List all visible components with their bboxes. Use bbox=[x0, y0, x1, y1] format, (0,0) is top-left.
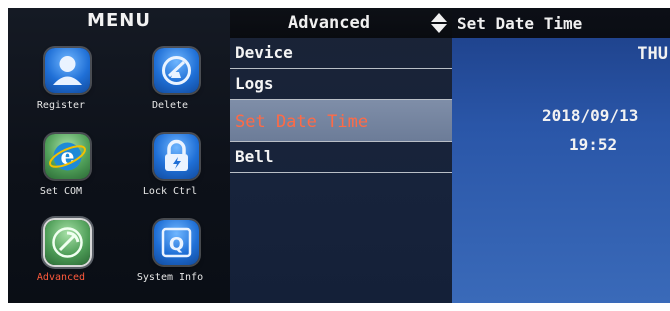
menu-item-advanced[interactable]: Advanced bbox=[14, 208, 108, 290]
menu-item-register[interactable]: Register bbox=[14, 36, 108, 118]
advanced-screen: Advanced Device Logs Set Date Time Bell bbox=[230, 8, 452, 303]
delete-icon bbox=[154, 48, 199, 93]
time-value[interactable]: 19:52 bbox=[569, 135, 617, 154]
menu-row-logs[interactable]: Logs bbox=[230, 70, 452, 100]
menu-row-bell[interactable]: Bell bbox=[230, 143, 452, 173]
menu-item-label: Set COM bbox=[39, 186, 83, 197]
menu-screen: MENU Register Delete e Set COM Lock Ctrl… bbox=[8, 8, 230, 303]
menu-item-set-com[interactable]: e Set COM bbox=[14, 122, 108, 204]
lock-icon bbox=[154, 134, 199, 179]
ie-globe-icon: e bbox=[45, 134, 90, 179]
date-value[interactable]: 2018/09/13 bbox=[542, 106, 638, 125]
q-info-icon: Q bbox=[154, 220, 199, 265]
menu-item-lock-ctrl[interactable]: Lock Ctrl bbox=[123, 122, 217, 204]
menu-row-set-date-time[interactable]: Set Date Time bbox=[230, 100, 452, 142]
advanced-header: Advanced bbox=[230, 8, 452, 38]
page-title: Set Date Time bbox=[457, 14, 583, 33]
menu-item-label: Advanced bbox=[36, 272, 86, 283]
set-date-time-header: Set Date Time bbox=[452, 8, 670, 38]
menu-item-label: Delete bbox=[151, 100, 189, 111]
menu-item-label: System Info bbox=[136, 272, 204, 283]
svg-text:Q: Q bbox=[169, 234, 184, 255]
weekday-label: THU bbox=[637, 44, 668, 64]
menu-item-system-info[interactable]: Q System Info bbox=[123, 208, 217, 290]
set-date-time-screen: Set Date Time THU 2018/09/13 19:52 bbox=[452, 8, 670, 303]
menu-title: MENU bbox=[87, 10, 151, 31]
menu-item-delete[interactable]: Delete bbox=[123, 36, 217, 118]
user-icon bbox=[45, 48, 90, 93]
menu-item-label: Lock Ctrl bbox=[142, 186, 198, 197]
menu-row-device[interactable]: Device bbox=[230, 39, 452, 69]
page-title: Advanced bbox=[288, 13, 370, 33]
up-down-arrows-icon[interactable] bbox=[430, 12, 448, 34]
pickaxe-icon bbox=[45, 220, 90, 265]
menu-item-label: Register bbox=[36, 100, 86, 111]
